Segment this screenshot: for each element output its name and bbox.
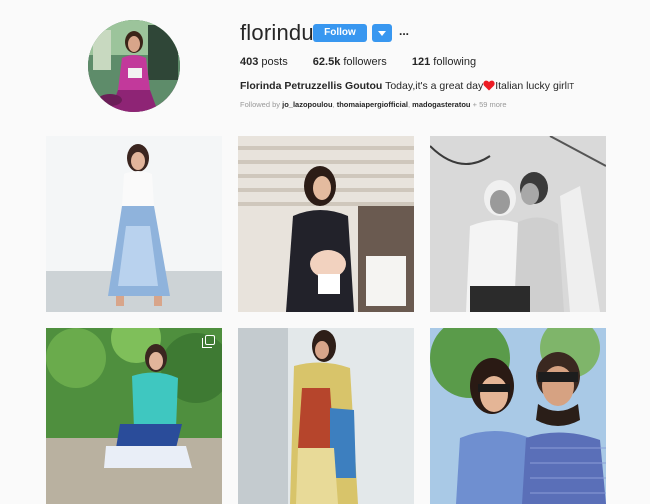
multiple-photos-icon: [202, 335, 215, 348]
posts-stat: 403 posts: [240, 56, 288, 68]
following-count: 121: [411, 56, 431, 68]
bio-text-before: Today,it's a great day: [385, 80, 484, 92]
followers-label: followers: [343, 56, 387, 68]
post-tile[interactable]: [238, 136, 414, 312]
followed-by-prefix: Followed by: [240, 100, 281, 109]
chevron-down-icon: [378, 31, 386, 36]
post-tile[interactable]: [238, 328, 414, 504]
profile-header: florindu Follow ... 403 posts 62.5k foll…: [0, 0, 650, 130]
followed-by-account[interactable]: madogasteratou: [412, 100, 470, 109]
post-tile[interactable]: [46, 136, 222, 312]
followed-by-more[interactable]: + 59 more: [473, 100, 507, 109]
following-stat[interactable]: 121 following: [412, 56, 476, 68]
profile-bio: Florinda Petruzzellis Goutou Today,it's …: [240, 80, 574, 94]
followers-count: 62.5k: [312, 56, 341, 68]
red-heart-icon: [483, 80, 495, 94]
followed-by-line: Followed by jo_lazopoulou, thomaiapergio…: [240, 100, 507, 109]
posts-count: 403: [240, 56, 259, 68]
more-options-button[interactable]: ...: [399, 24, 413, 40]
posts-label: posts: [261, 56, 288, 68]
suggestions-dropdown-button[interactable]: [372, 24, 392, 42]
follow-button[interactable]: Follow: [313, 24, 367, 42]
bio-text-after: Italian lucky girl: [495, 80, 567, 92]
profile-avatar[interactable]: [88, 20, 180, 112]
post-tile[interactable]: [430, 136, 606, 312]
post-tile[interactable]: [46, 328, 222, 504]
post-tile[interactable]: [430, 328, 606, 504]
following-label: following: [433, 56, 477, 68]
profile-stats: 403 posts 62.5k followers 121 following: [240, 56, 498, 68]
followers-stat[interactable]: 62.5k followers: [313, 56, 387, 68]
profile-full-name: Florinda Petruzzellis Goutou: [240, 80, 383, 92]
profile-username: florindu: [240, 20, 314, 45]
flag-text: IT: [566, 82, 575, 91]
followed-by-account[interactable]: thomaiapergiofficial: [337, 100, 408, 109]
followed-by-account[interactable]: jo_lazopoulou: [282, 100, 332, 109]
